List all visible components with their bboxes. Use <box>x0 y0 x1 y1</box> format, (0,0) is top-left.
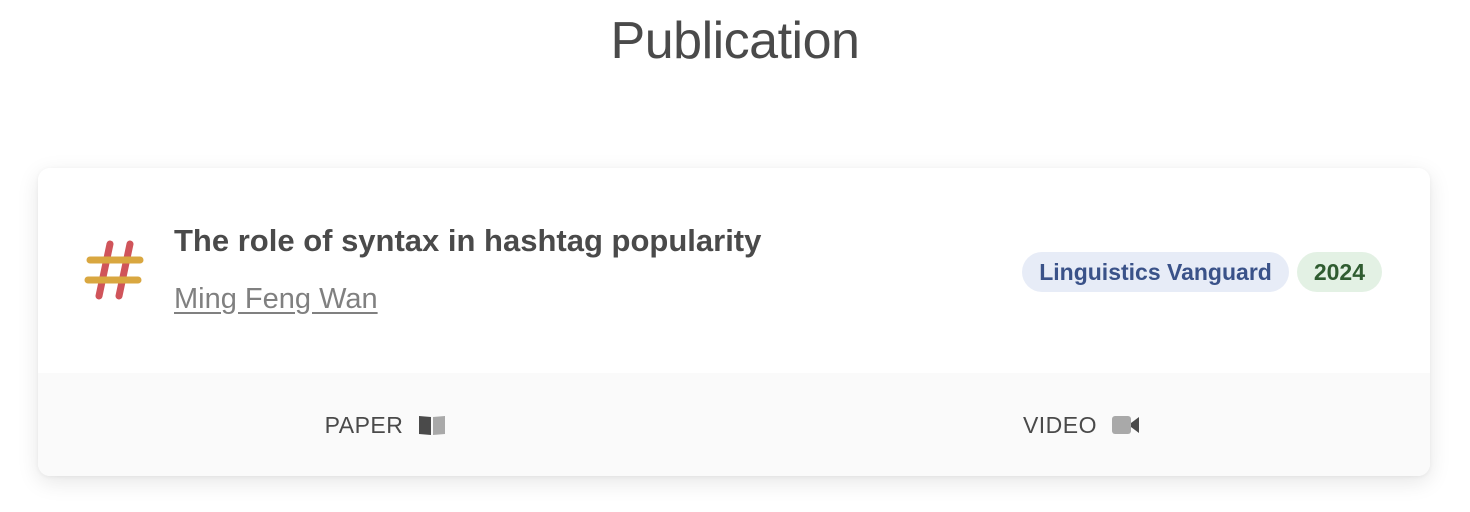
section-title: Publication <box>610 12 860 70</box>
video-camera-icon <box>1112 415 1140 434</box>
publication-title: The role of syntax in hashtag popularity <box>174 223 762 258</box>
hashtag-icon <box>84 240 144 300</box>
publication-card: The role of syntax in hashtag popularity… <box>38 168 1430 476</box>
video-link[interactable]: VIDEO <box>734 373 1430 476</box>
paper-link[interactable]: PAPER <box>38 373 734 476</box>
year-tag: 2024 <box>1296 252 1382 292</box>
card-body: The role of syntax in hashtag popularity… <box>38 168 1430 373</box>
venue-tag: Linguistics Vanguard <box>1022 252 1289 292</box>
author-link[interactable]: Ming Feng Wan <box>174 280 378 318</box>
video-link-label: VIDEO <box>1022 411 1098 438</box>
book-icon <box>419 415 446 435</box>
tag-group: Linguistics Vanguard 2024 <box>1022 252 1382 292</box>
publication-section: Publication The role of syntax in hashta… <box>0 0 1470 512</box>
card-footer: PAPER VIDEO <box>38 373 1430 476</box>
paper-link-label: PAPER <box>324 411 404 438</box>
